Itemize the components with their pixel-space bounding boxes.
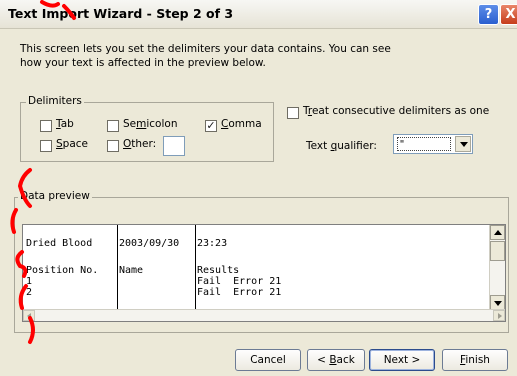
space-checkbox[interactable] — [40, 140, 52, 152]
data-preview-table[interactable]: Dried Blood 2003/09/30 23:23 Position No… — [22, 224, 506, 322]
space-label: Space — [56, 138, 89, 150]
tab-label: Tab — [56, 118, 74, 130]
next-button[interactable]: Next > — [369, 349, 435, 371]
scroll-down-button[interactable] — [490, 295, 505, 310]
dropdown-button[interactable] — [455, 136, 471, 152]
text-qualifier-label: Text qualifier: — [306, 140, 377, 152]
treat-consecutive-label: Treat consecutive delimiters as one — [303, 105, 490, 117]
other-delimiter-input[interactable] — [163, 136, 185, 156]
preview-cell: 1 — [26, 276, 33, 287]
text-import-wizard-dialog: Text Import Wizard - Step 2 of 3 ? X Thi… — [0, 0, 517, 376]
other-checkbox[interactable] — [107, 140, 119, 152]
data-preview-legend: Data preview — [18, 190, 92, 202]
help-button[interactable]: ? — [478, 4, 499, 25]
preview-cell: 2003/09/30 — [119, 238, 180, 249]
preview-cell: Name — [119, 265, 144, 276]
horizontal-scrollbar[interactable] — [23, 309, 505, 321]
preview-cell: Fail Error 21 — [197, 287, 282, 298]
intro-line-2: how your text is affected in the preview… — [20, 57, 266, 69]
close-button[interactable]: X — [500, 4, 517, 25]
scroll-right-button[interactable] — [493, 310, 505, 321]
intro-text: This screen lets you set the delimiters … — [20, 42, 420, 70]
cancel-button[interactable]: Cancel — [235, 349, 301, 371]
close-icon: X — [505, 7, 516, 22]
delimiters-legend: Delimiters — [26, 95, 84, 107]
scroll-thumb[interactable] — [490, 241, 505, 261]
semicolon-checkbox[interactable] — [107, 120, 119, 132]
treat-consecutive-checkbox[interactable] — [287, 107, 299, 119]
semicolon-label: Semicolon — [123, 118, 178, 130]
column-divider — [117, 225, 118, 311]
delimiters-group — [20, 102, 274, 162]
scroll-up-button[interactable] — [490, 225, 505, 240]
finish-button[interactable]: Finish — [442, 349, 508, 371]
preview-cell: Position No. — [26, 265, 99, 276]
arrow-left-icon — [27, 313, 31, 319]
column-divider — [195, 225, 196, 311]
title-bar: Text Import Wizard - Step 2 of 3 ? X — [0, 0, 517, 29]
scroll-left-button[interactable] — [23, 310, 35, 321]
tab-checkbox[interactable] — [40, 120, 52, 132]
vertical-scrollbar[interactable] — [489, 225, 505, 311]
text-qualifier-value: " — [397, 137, 451, 151]
preview-cell: 23:23 — [197, 238, 228, 249]
preview-cell: 2 — [26, 287, 33, 298]
arrow-up-icon — [494, 230, 502, 235]
preview-cell: Dried Blood — [26, 238, 93, 249]
arrow-down-icon — [494, 301, 502, 306]
preview-cell: Results — [197, 265, 240, 276]
chevron-down-icon — [460, 142, 468, 147]
window-title: Text Import Wizard - Step 2 of 3 — [8, 6, 234, 21]
help-icon: ? — [484, 7, 493, 22]
back-button[interactable]: < Back — [307, 349, 365, 371]
preview-cell: Fail Error 21 — [197, 276, 282, 287]
other-label: Other: — [123, 138, 157, 150]
intro-line-1: This screen lets you set the delimiters … — [20, 43, 391, 55]
text-qualifier-select[interactable]: " — [393, 134, 473, 154]
comma-label: Comma — [221, 118, 262, 130]
arrow-right-icon — [498, 313, 502, 319]
comma-checkbox[interactable]: ✓ — [205, 120, 217, 132]
